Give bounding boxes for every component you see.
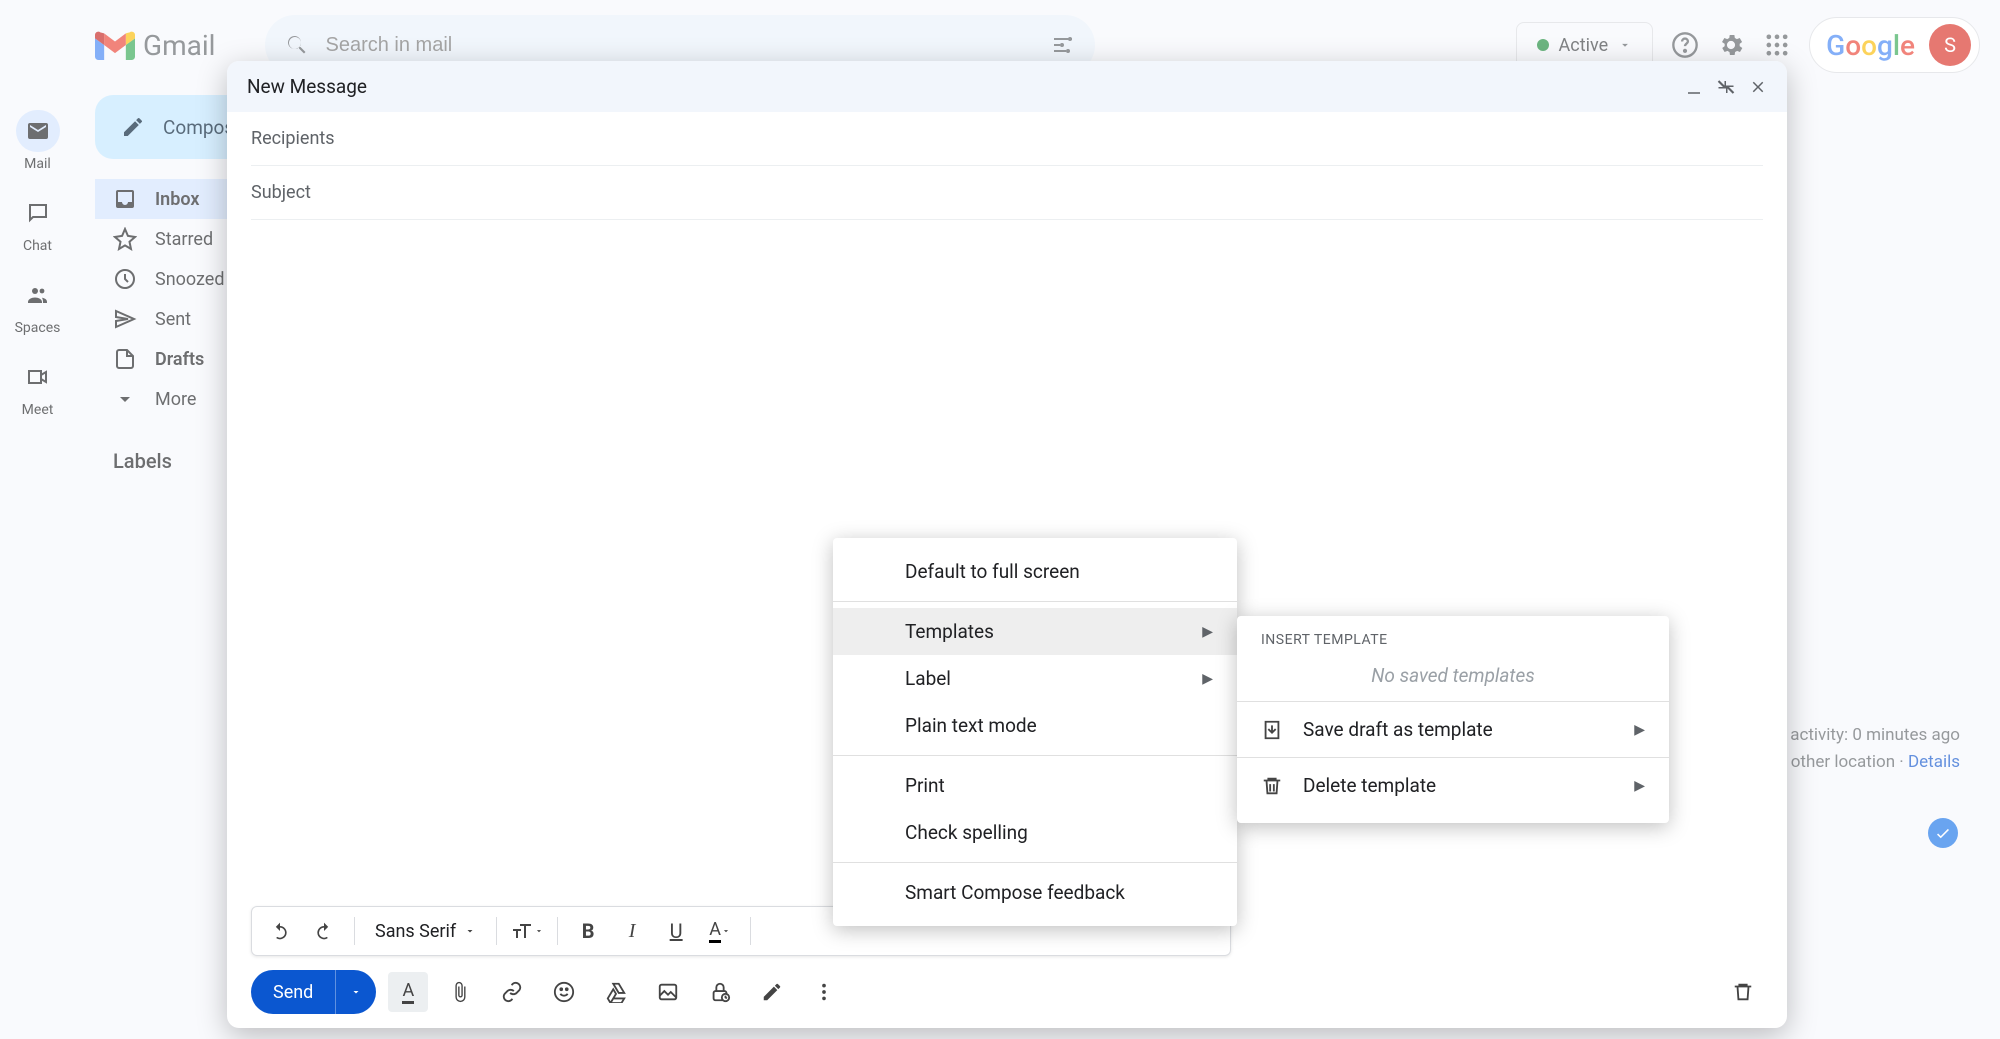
minimize-icon[interactable]: [1685, 78, 1703, 96]
delete-template-icon: [1261, 775, 1283, 797]
templates-submenu: INSERT TEMPLATE No saved templates Save …: [1237, 616, 1669, 823]
format-toggle-button[interactable]: A: [388, 972, 428, 1012]
chevron-right-icon: ▶: [1202, 671, 1213, 687]
more-options-button[interactable]: [804, 972, 844, 1012]
underline-button[interactable]: U: [658, 913, 694, 949]
font-size-button[interactable]: [509, 913, 545, 949]
insert-emoji-button[interactable]: [544, 972, 584, 1012]
text-color-button[interactable]: A: [702, 913, 738, 949]
insert-drive-button[interactable]: [596, 972, 636, 1012]
font-family-select[interactable]: Sans Serif: [367, 921, 484, 942]
menu-check-spelling[interactable]: Check spelling: [833, 809, 1237, 856]
send-label: Send: [251, 982, 335, 1003]
menu-default-fullscreen[interactable]: Default to full screen: [833, 548, 1237, 595]
save-draft-as-template[interactable]: Save draft as template▶: [1237, 702, 1669, 757]
send-button[interactable]: Send: [251, 970, 376, 1014]
italic-button[interactable]: I: [614, 913, 650, 949]
insert-signature-button[interactable]: [752, 972, 792, 1012]
fullscreen-exit-icon[interactable]: [1717, 78, 1735, 96]
close-icon[interactable]: [1749, 78, 1767, 96]
redo-button[interactable]: [306, 913, 342, 949]
templates-insert-header: INSERT TEMPLATE: [1237, 626, 1669, 658]
templates-empty-text: No saved templates: [1237, 658, 1669, 701]
undo-button[interactable]: [262, 913, 298, 949]
discard-draft-button[interactable]: [1723, 972, 1763, 1012]
delete-template[interactable]: Delete template▶: [1237, 758, 1669, 813]
recipients-field[interactable]: Recipients: [251, 112, 1763, 166]
subject-field[interactable]: Subject: [251, 166, 1763, 220]
confidential-mode-button[interactable]: [700, 972, 740, 1012]
chevron-right-icon: ▶: [1202, 624, 1213, 640]
compose-action-bar: Send A: [227, 956, 1787, 1028]
insert-photo-button[interactable]: [648, 972, 688, 1012]
insert-link-button[interactable]: [492, 972, 532, 1012]
menu-label[interactable]: Label▶: [833, 655, 1237, 702]
compose-header: New Message: [227, 61, 1787, 112]
chevron-right-icon: ▶: [1634, 778, 1645, 794]
menu-smart-compose-feedback[interactable]: Smart Compose feedback: [833, 869, 1237, 916]
send-more-button[interactable]: [335, 970, 376, 1014]
attach-file-button[interactable]: [440, 972, 480, 1012]
menu-templates[interactable]: Templates▶: [833, 608, 1237, 655]
more-options-menu: Default to full screen Templates▶ Label▶…: [833, 538, 1237, 926]
save-template-icon: [1261, 719, 1283, 741]
compose-title: New Message: [247, 75, 367, 98]
menu-plain-text[interactable]: Plain text mode: [833, 702, 1237, 749]
bold-button[interactable]: B: [570, 913, 606, 949]
menu-print[interactable]: Print: [833, 762, 1237, 809]
chevron-right-icon: ▶: [1634, 722, 1645, 738]
